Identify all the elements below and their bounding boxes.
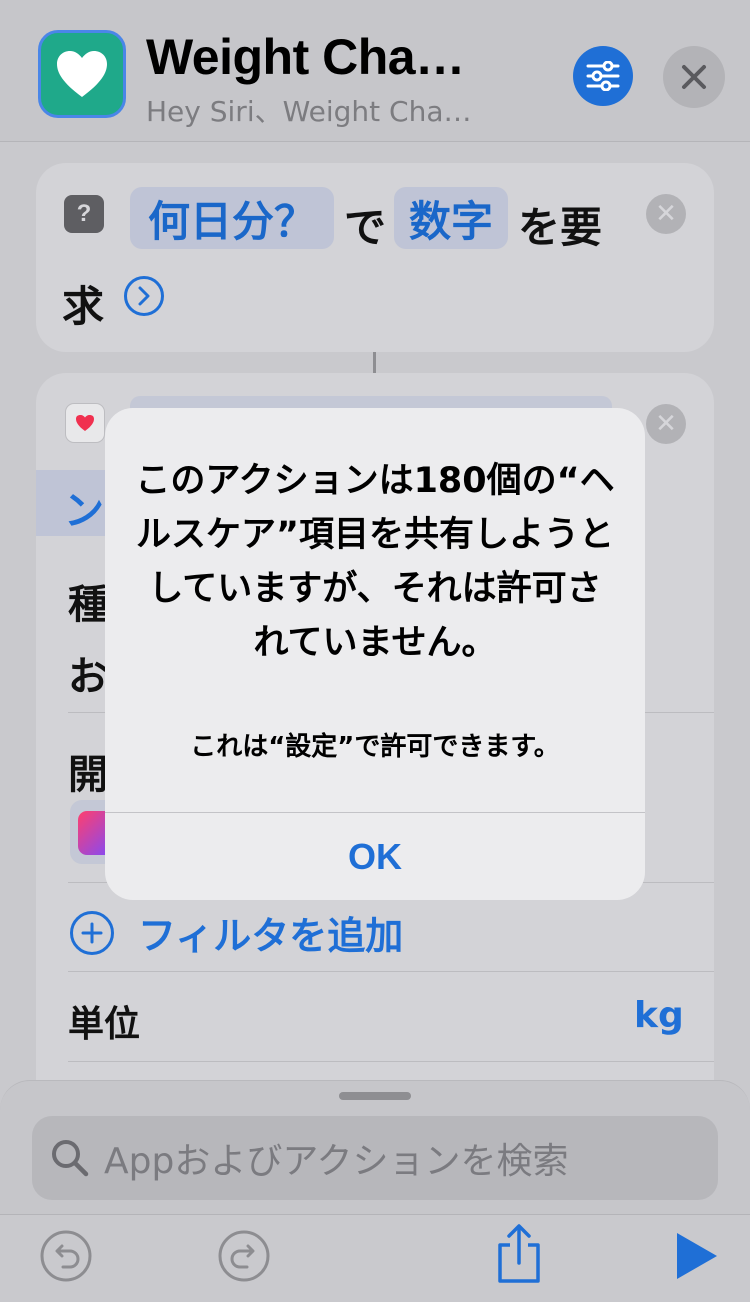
search-placeholder: Appおよびアクションを検索 (104, 1141, 569, 1182)
filter-token-text: ン (64, 488, 104, 534)
heart-icon (57, 51, 107, 97)
search-field[interactable]: Appおよびアクションを検索 (32, 1116, 718, 1200)
redo-button[interactable] (216, 1228, 272, 1284)
unit-value[interactable]: kg (634, 995, 684, 1036)
share-button[interactable] (490, 1222, 548, 1286)
run-button[interactable] (670, 1228, 722, 1284)
remove-action-button[interactable]: ✕ (646, 194, 686, 234)
remove-action-button-2[interactable]: ✕ (646, 404, 686, 444)
health-app-icon (65, 403, 105, 443)
divider (68, 971, 714, 972)
shortcut-app-icon[interactable] (38, 30, 126, 118)
heart-icon (76, 415, 94, 431)
sheet-grabber[interactable] (339, 1092, 411, 1100)
alert-ok-button[interactable]: OK (105, 813, 645, 900)
chevron-right-icon (138, 286, 150, 306)
play-icon (677, 1233, 717, 1279)
prompt-token[interactable]: 何日分？ (130, 187, 334, 249)
settings-button[interactable] (573, 46, 633, 106)
editor-header: Weight Cha… Hey Siri、Weight Cha… (0, 0, 750, 142)
action-text-line2: 求 (62, 282, 105, 331)
action-connector (373, 352, 376, 373)
shortcut-title[interactable]: Weight Cha… (146, 28, 465, 86)
shortcut-subtitle: Hey Siri、Weight Cha… (146, 95, 472, 128)
expand-chevron-button[interactable] (124, 276, 164, 316)
filter-row-type: 種 (68, 582, 108, 628)
input-type-token[interactable]: 数字 (394, 187, 508, 249)
add-filter-label: フィルタを追加 (138, 914, 404, 958)
filter-row-value: お (68, 654, 108, 700)
close-icon (682, 65, 706, 89)
share-icon (498, 1224, 540, 1283)
action-text-end: を要 (518, 203, 603, 252)
redo-icon (218, 1230, 270, 1282)
undo-icon (40, 1230, 92, 1282)
bottom-toolbar (0, 1214, 750, 1302)
divider (68, 1061, 714, 1062)
plus-circle-icon (70, 910, 114, 955)
unit-label: 単位 (68, 1004, 141, 1045)
sliders-icon (586, 61, 620, 91)
permission-alert: このアクションは180個の“ヘルスケア”項目を共有しようとしていますが、それは許… (105, 408, 645, 900)
close-button[interactable] (663, 46, 725, 108)
search-icon (52, 1140, 89, 1177)
alert-title: このアクションは180個の“ヘルスケア”項目を共有しようとしていますが、それは許… (135, 461, 615, 663)
question-icon: ? (64, 195, 104, 233)
alert-message: これは“設定”で許可できます。 (190, 732, 560, 762)
connector-text: で (344, 203, 387, 252)
undo-button[interactable] (38, 1228, 94, 1284)
add-filter-button[interactable]: フィルタを追加 (70, 905, 403, 960)
filter-row-start: 開 (68, 752, 108, 798)
